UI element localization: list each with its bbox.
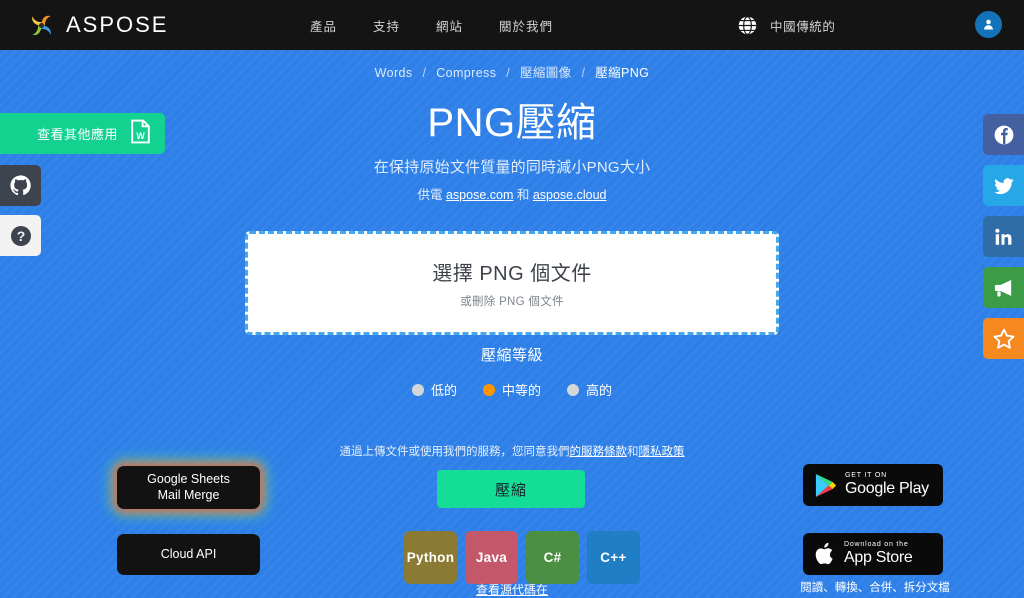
compression-level-section: 壓縮等級 低的 中等的 高的 xyxy=(0,344,1024,399)
brand-logo[interactable]: ASPOSE xyxy=(28,12,168,39)
breadcrumb-separator: / xyxy=(581,66,586,80)
code-badge-java[interactable]: Java xyxy=(465,531,518,584)
breadcrumb-separator: / xyxy=(506,66,511,80)
globe-icon xyxy=(737,15,758,36)
gsheets-line-1: Google Sheets xyxy=(147,471,230,486)
code-sample-badges: Python Java C# C++ xyxy=(404,531,640,584)
cloud-api-label: Cloud API xyxy=(160,546,217,561)
radio-option-medium[interactable]: 中等的 xyxy=(482,380,541,399)
page-subtitle: 在保持原始文件質量的同時減小PNG大小 xyxy=(373,159,651,176)
share-facebook-button[interactable] xyxy=(983,114,1024,155)
google-play-main-label: Google Play xyxy=(845,479,929,497)
breadcrumb-separator: / xyxy=(422,66,427,80)
radio-high-label: 高的 xyxy=(586,383,613,398)
compress-button[interactable]: 壓縮 xyxy=(437,470,585,508)
file-dropzone[interactable]: 選擇 PNG 個文件 或刪除 PNG 個文件 xyxy=(245,231,779,335)
aspose-swirl-logo-icon xyxy=(28,12,55,39)
svg-text:W: W xyxy=(136,130,145,140)
breadcrumb-item-compress[interactable]: Compress xyxy=(436,66,496,80)
language-label: 中國傳統的 xyxy=(770,19,836,34)
add-to-favorites-button[interactable] xyxy=(983,318,1024,359)
source-code-link[interactable]: 查看源代碼在 xyxy=(476,583,548,597)
radio-option-high[interactable]: 高的 xyxy=(567,380,612,399)
google-play-text: GET IT ON Google Play xyxy=(845,472,929,497)
dropzone-title: 選擇 PNG 個文件 xyxy=(432,263,592,285)
code-badge-python[interactable]: Python xyxy=(404,531,457,584)
breadcrumb-item-compress-png: 壓縮PNG xyxy=(595,66,650,80)
nav-item-support[interactable]: 支持 xyxy=(373,16,400,35)
language-selector[interactable]: 中國傳統的 xyxy=(737,0,836,50)
aspose-cloud-link[interactable]: aspose.cloud xyxy=(533,188,607,202)
privacy-policy-link[interactable]: 隱私政策 xyxy=(639,446,685,458)
google-play-top-label: GET IT ON xyxy=(845,472,887,480)
radio-medium-indicator[interactable] xyxy=(482,383,495,396)
code-badge-cpp[interactable]: C++ xyxy=(587,531,640,584)
terms-text-before: 通過上傳文件或使用我們的服務，您同意我們 xyxy=(339,446,570,458)
terms-of-service-link[interactable]: 的服務條款 xyxy=(570,446,628,458)
facebook-icon xyxy=(994,125,1013,144)
nav-item-website[interactable]: 網站 xyxy=(436,16,463,35)
share-linkedin-button[interactable] xyxy=(983,216,1024,257)
help-question-icon: ? xyxy=(10,225,31,246)
breadcrumb: Words / Compress / 壓縮圖像 / 壓縮PNG xyxy=(0,62,1024,81)
terms-text-mid: 和 xyxy=(627,446,639,458)
google-sheets-mail-merge-button[interactable]: Google Sheets Mail Merge xyxy=(117,466,260,509)
twitter-icon xyxy=(993,177,1014,194)
brand-name: ASPOSE xyxy=(66,12,169,37)
nav-item-products[interactable]: 產品 xyxy=(310,16,337,35)
radio-medium-label: 中等的 xyxy=(501,383,541,398)
powered-prefix: 供電 xyxy=(417,188,446,202)
app-store-main-label: App Store xyxy=(844,548,913,566)
top-navigation-bar: ASPOSE 產品 支持 網站 關於我們 中國傳統的 xyxy=(0,0,1024,50)
compression-level-options: 低的 中等的 高的 xyxy=(0,380,1024,399)
compression-level-title: 壓縮等級 xyxy=(480,347,543,364)
help-button-tab[interactable]: ? xyxy=(0,215,41,256)
account-avatar-button[interactable] xyxy=(975,11,1002,38)
store-caption: 閱讀、轉換、合併、拆分文檔 xyxy=(800,582,950,594)
main-nav-links: 產品 支持 網站 關於我們 xyxy=(310,0,553,50)
radio-low-label: 低的 xyxy=(430,383,457,398)
code-badge-csharp[interactable]: C# xyxy=(526,531,579,584)
megaphone-icon xyxy=(994,280,1012,297)
share-twitter-button[interactable] xyxy=(983,165,1024,206)
view-other-apps-button[interactable]: 查看其他應用 W xyxy=(0,113,165,154)
aspose-com-link[interactable]: aspose.com xyxy=(446,188,513,202)
google-play-icon xyxy=(815,473,837,497)
github-icon xyxy=(10,175,31,196)
radio-option-low[interactable]: 低的 xyxy=(411,380,457,399)
apple-logo-icon xyxy=(815,542,833,565)
linkedin-icon xyxy=(994,228,1011,245)
star-icon xyxy=(993,328,1014,349)
user-avatar-icon xyxy=(984,19,993,30)
share-announcement-button[interactable] xyxy=(983,267,1024,308)
github-link-tab[interactable] xyxy=(0,165,41,206)
powered-mid: 和 xyxy=(513,188,533,202)
svg-text:?: ? xyxy=(16,228,25,244)
breadcrumb-item-words[interactable]: Words xyxy=(375,66,413,80)
nav-item-about-us[interactable]: 關於我們 xyxy=(499,16,553,35)
word-document-icon: W xyxy=(128,119,153,149)
cloud-api-button[interactable]: Cloud API xyxy=(117,534,260,575)
google-play-button[interactable]: GET IT ON Google Play xyxy=(803,464,943,506)
radio-low-indicator[interactable] xyxy=(411,383,424,396)
radio-high-indicator[interactable] xyxy=(567,383,579,396)
breadcrumb-item-compress-image[interactable]: 壓縮圖像 xyxy=(520,66,572,80)
terms-notice: 通過上傳文件或使用我們的服務，您同意我們的服務條款和隱私政策 xyxy=(0,443,1024,459)
app-store-top-label: Download on the xyxy=(844,541,909,549)
powered-by-line: 供電 aspose.com 和 aspose.cloud xyxy=(0,184,1024,203)
view-other-apps-label: 查看其他應用 xyxy=(36,127,118,142)
app-store-text: Download on the App Store xyxy=(844,541,913,566)
gsheets-line-2: Mail Merge xyxy=(157,487,220,502)
dropzone-subtitle: 或刪除 PNG 個文件 xyxy=(460,296,564,308)
app-store-button[interactable]: Download on the App Store xyxy=(803,533,943,575)
